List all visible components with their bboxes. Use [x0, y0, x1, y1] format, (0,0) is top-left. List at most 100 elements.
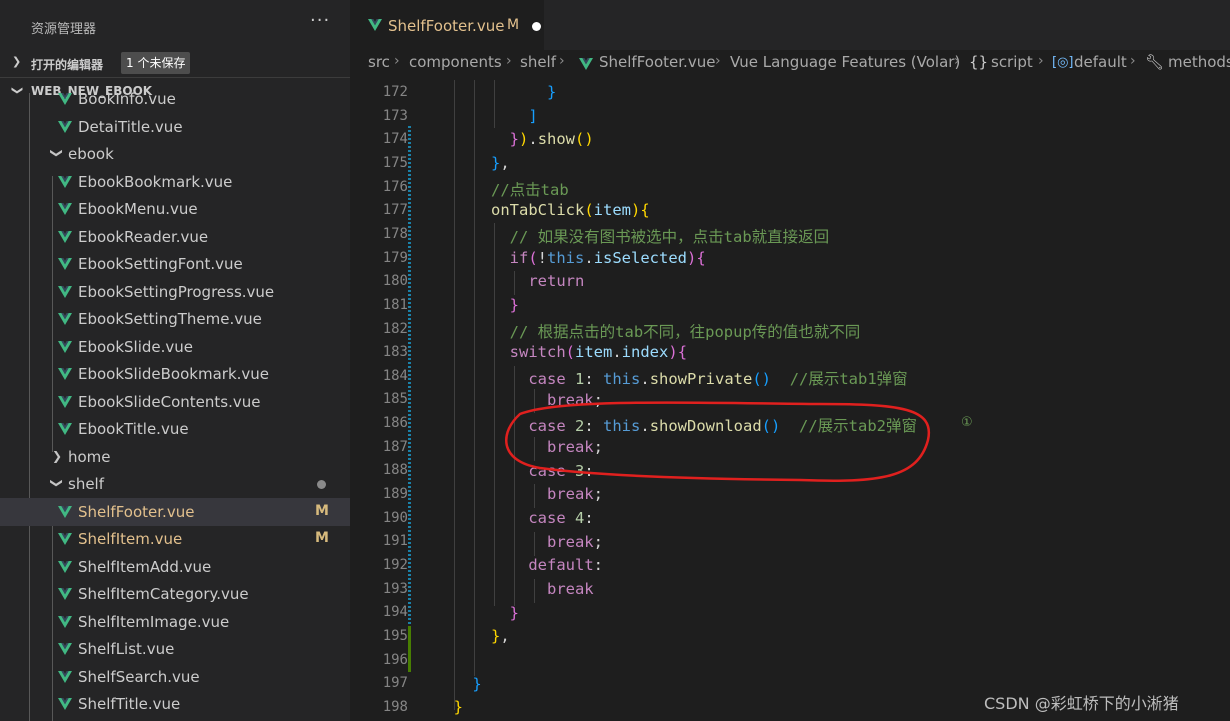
breadcrumb-item[interactable]: src: [368, 53, 390, 71]
vue-file-icon: [58, 92, 72, 106]
line-number: 179: [382, 249, 408, 266]
line-number: 186: [382, 415, 408, 432]
tab-bar: ShelfFooter.vue M: [350, 0, 1230, 50]
file-item[interactable]: ShelfItemAdd.vue: [0, 553, 350, 581]
line-number: 192: [382, 557, 408, 573]
chevron-right-icon: ›: [1130, 53, 1136, 69]
file-name: BookInfo.vue: [78, 90, 176, 108]
file-name: shelf: [68, 475, 104, 493]
explorer-title: 资源管理器: [31, 22, 97, 37]
annotation-marker: ①: [961, 415, 973, 430]
line-number: 191: [382, 533, 408, 550]
vue-file-icon: [58, 560, 72, 574]
braces-icon: {}: [969, 53, 989, 71]
vue-file-icon: [58, 175, 72, 189]
vue-file-icon: [58, 505, 72, 519]
vue-file-icon: [58, 587, 72, 601]
folder-item[interactable]: ❯ shelf: [0, 470, 350, 498]
line-number: 183: [382, 344, 408, 361]
code-line: break;: [546, 438, 603, 456]
vue-file-icon: [58, 285, 72, 299]
vue-file-icon: [58, 312, 72, 326]
code-line: }).show(): [509, 130, 594, 148]
line-number: 181: [382, 296, 408, 313]
breadcrumb-item[interactable]: ShelfFooter.vue: [599, 53, 715, 71]
code-line: onTabClick(item){: [491, 201, 650, 219]
code-line: if(!this.isSelected){: [509, 249, 706, 267]
file-name: EbookSlide.vue: [78, 338, 194, 356]
vue-file-icon: [58, 532, 72, 546]
breadcrumb-item[interactable]: components: [409, 53, 502, 71]
code-line: break;: [546, 485, 603, 503]
code-line: }: [509, 604, 519, 622]
tab-modified-badge: M: [507, 17, 520, 33]
file-name: ShelfItemCategory.vue: [78, 585, 249, 603]
file-item[interactable]: ShelfFooter.vue M: [0, 498, 350, 526]
code-line: },: [491, 627, 510, 645]
file-item[interactable]: EbookSettingFont.vue: [0, 250, 350, 278]
line-number: 174: [382, 131, 408, 148]
chevron-right-icon: ›: [559, 53, 565, 69]
unsaved-dot-icon[interactable]: [532, 22, 541, 31]
file-name: ebook: [68, 145, 114, 163]
file-item[interactable]: EbookSettingTheme.vue: [0, 305, 350, 333]
breadcrumb-item[interactable]: Vue Language Features (Volar): [730, 53, 960, 71]
open-editors-section[interactable]: ❯ 打开的编辑器 1 个未保存: [0, 50, 350, 76]
file-item[interactable]: ShelfList.vue: [0, 635, 350, 663]
file-item[interactable]: ShelfItem.vue M: [0, 525, 350, 553]
file-item[interactable]: EbookTitle.vue: [0, 415, 350, 443]
file-item[interactable]: ShelfItemImage.vue: [0, 608, 350, 636]
file-item[interactable]: EbookSlideBookmark.vue: [0, 360, 350, 388]
file-item[interactable]: BookInfo.vue: [0, 85, 350, 113]
file-name: EbookSlideBookmark.vue: [78, 365, 270, 383]
folder-item[interactable]: ❯ ebook: [0, 140, 350, 168]
file-item[interactable]: ShelfTitle.vue: [0, 690, 350, 718]
code-line: case 4:: [528, 509, 594, 527]
wrench-icon: 🔧︎: [1145, 53, 1165, 71]
explorer-header: 资源管理器 ···: [0, 0, 350, 50]
line-number: 175: [382, 154, 408, 171]
folder-item[interactable]: ❯ home: [0, 443, 350, 471]
module-icon: [◎]: [1052, 55, 1074, 70]
file-item[interactable]: EbookSettingProgress.vue: [0, 278, 350, 306]
unsaved-badge: 1 个未保存: [121, 52, 191, 74]
file-name: ShelfItemAdd.vue: [78, 558, 212, 576]
explorer-sidebar: 资源管理器 ··· ❯ 打开的编辑器 1 个未保存 ❯ WEB_NEW_EBOO…: [0, 0, 350, 721]
file-item[interactable]: EbookReader.vue: [0, 223, 350, 251]
line-number: 194: [382, 604, 408, 621]
vue-file-icon: [58, 202, 72, 216]
code-line: ]: [528, 107, 538, 125]
breadcrumb-item[interactable]: shelf: [520, 53, 556, 71]
code-line: }: [453, 698, 464, 716]
file-item[interactable]: DetaiTitle.vue: [0, 113, 350, 141]
vue-file-icon: [58, 422, 72, 436]
line-number: 196: [382, 651, 408, 668]
file-item[interactable]: EbookMenu.vue: [0, 195, 350, 223]
line-number: 193: [382, 580, 408, 597]
vue-file-icon: [58, 395, 72, 409]
editor-area: ShelfFooter.vue M src › components › she…: [350, 0, 1230, 721]
modified-badge: M: [315, 530, 329, 546]
code-line: case 1: this.showPrivate() //展示tab1弹窗: [528, 370, 908, 388]
tab-shelffooter[interactable]: ShelfFooter.vue M: [350, 0, 544, 50]
code-line: break;: [546, 533, 603, 551]
breadcrumb-item[interactable]: default: [1074, 53, 1127, 71]
line-number: 198: [382, 698, 408, 715]
file-item[interactable]: ShelfSearch.vue: [0, 663, 350, 691]
file-item[interactable]: EbookSlideContents.vue: [0, 388, 350, 416]
code-line: }: [472, 675, 482, 693]
file-name: EbookTitle.vue: [78, 420, 189, 438]
code-line: // 根据点击的tab不同，往popup传的值也就不同: [509, 323, 861, 341]
vue-file-icon: [58, 230, 72, 244]
chevron-down-icon: ❯: [50, 147, 65, 159]
breadcrumb-item[interactable]: script: [991, 53, 1033, 71]
file-item[interactable]: ShelfItemCategory.vue: [0, 580, 350, 608]
breadcrumb-item[interactable]: methods: [1168, 53, 1230, 71]
file-item[interactable]: EbookSlide.vue: [0, 333, 350, 361]
chevron-down-icon: ❯: [50, 477, 65, 489]
code-editor[interactable]: } ] }).show() }, //点击tab onTabClick(item…: [410, 80, 1230, 721]
code-line: return: [528, 272, 585, 290]
file-name: EbookSettingFont.vue: [78, 255, 243, 273]
more-actions-icon[interactable]: ···: [310, 10, 330, 31]
file-item[interactable]: EbookBookmark.vue: [0, 168, 350, 196]
